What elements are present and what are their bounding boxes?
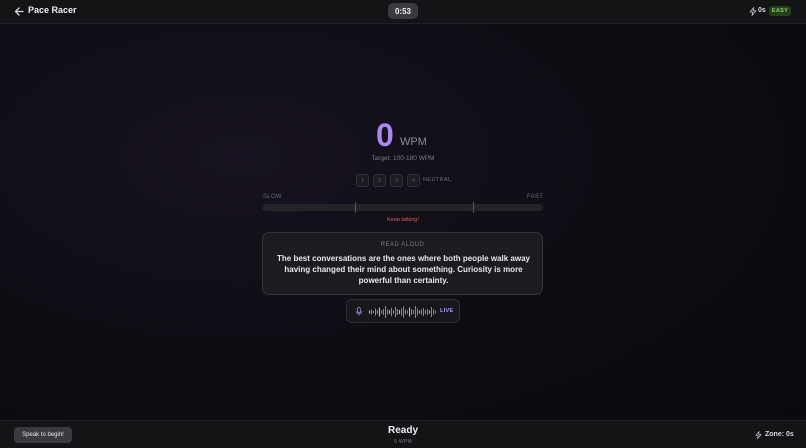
waveform-bar <box>433 309 434 315</box>
waveform-bar <box>415 306 416 318</box>
waveform-bar <box>385 306 386 318</box>
card-label: READ ALOUD <box>380 242 425 248</box>
slow-label: SLOW <box>263 194 282 200</box>
mic-monitor: LIVE <box>346 299 460 323</box>
audio-waveform <box>369 306 436 318</box>
waveform-bar <box>379 307 380 317</box>
difficulty-badge: EASY <box>769 6 791 16</box>
target-min-marker <box>355 202 356 213</box>
pace-track <box>262 204 543 211</box>
waveform-bar <box>403 306 404 318</box>
lightning-icon <box>755 431 762 439</box>
waveform-bar <box>411 309 412 315</box>
level-2[interactable]: 2 <box>373 174 386 187</box>
pace-hint: Keep talking! <box>387 217 419 223</box>
level-4[interactable]: 4 <box>407 174 420 187</box>
waveform-bar <box>397 309 398 315</box>
streak-value: 0s <box>758 7 766 14</box>
top-bar: Pace Racer 0:53 0s EASY <box>0 0 806 24</box>
waveform-bar <box>381 310 382 314</box>
waveform-bar <box>369 310 370 314</box>
lightning-icon <box>749 7 757 16</box>
waveform-bar <box>425 310 426 314</box>
target-range: Target: 100-180 WPM <box>371 155 435 162</box>
waveform-bar <box>377 310 378 314</box>
microphone-icon <box>356 307 362 316</box>
waveform-bar <box>373 311 374 313</box>
wpm-unit: WPM <box>400 136 427 148</box>
waveform-bar <box>421 309 422 315</box>
waveform-bar <box>395 307 396 317</box>
waveform-bar <box>393 310 394 314</box>
waveform-bar <box>371 309 372 315</box>
prompt-text: The best conversations are the ones wher… <box>277 254 530 285</box>
live-label: LIVE <box>440 308 454 314</box>
target-max-marker <box>473 202 474 213</box>
waveform-bar <box>383 309 384 315</box>
level-1[interactable]: 1 <box>356 174 369 187</box>
waveform-bar <box>389 310 390 314</box>
waveform-bar <box>405 309 406 315</box>
waveform-bar <box>387 309 388 315</box>
bottom-bar: Speak to begin! Ready 0 WPM Zone: 0s <box>0 420 806 448</box>
arrow-left-icon[interactable] <box>14 6 24 17</box>
wpm-value: 0 <box>376 117 394 153</box>
status-title: Ready <box>387 425 418 436</box>
waveform-bar <box>407 310 408 314</box>
waveform-bar <box>419 310 420 314</box>
level-3[interactable]: 3 <box>390 174 403 187</box>
status-wpm: 0 WPM <box>394 439 412 445</box>
waveform-bar <box>427 309 428 315</box>
waveform-bar <box>375 308 376 316</box>
waveform-bar <box>435 310 436 314</box>
waveform-bar <box>409 307 410 317</box>
waveform-bar <box>431 307 432 317</box>
fast-label: FAST <box>527 194 544 200</box>
app-title: Pace Racer <box>28 5 77 15</box>
waveform-bar <box>391 308 392 316</box>
zone-time: Zone: 0s <box>765 431 794 438</box>
waveform-bar <box>401 308 402 316</box>
waveform-bar <box>423 308 424 316</box>
waveform-bar <box>413 310 414 314</box>
waveform-bar <box>429 310 430 314</box>
read-aloud-card: READ ALOUD The best conversations are th… <box>262 232 543 295</box>
timer: 0:53 <box>388 3 418 19</box>
waveform-bar <box>417 308 418 316</box>
level-label: NEUTRAL <box>423 177 452 183</box>
waveform-bar <box>399 310 400 314</box>
